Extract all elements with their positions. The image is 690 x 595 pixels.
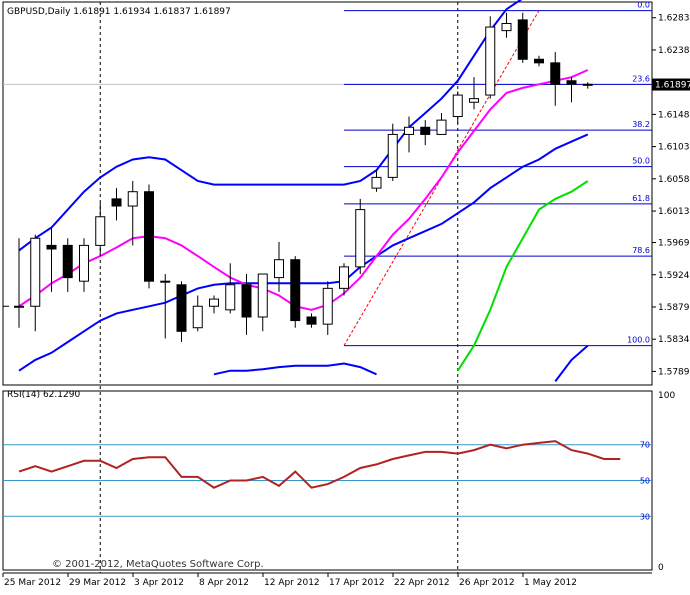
candle-body: [339, 266, 349, 289]
candle-body: [485, 26, 496, 96]
candle-body: [127, 191, 138, 207]
fib-label-78.6: 78.6: [632, 246, 650, 255]
candle: [290, 256, 301, 328]
rsi-title: RSI(14) 62.1290: [7, 390, 80, 400]
candle-body: [404, 126, 414, 135]
candle-body: [192, 305, 203, 329]
fib-label-61.8: 61.8: [632, 194, 650, 203]
candle-body: [257, 273, 268, 318]
x-tick-label: 8 Apr 2012: [199, 578, 249, 588]
chart-window: 0.0 23.6 38.2 50.0 61.8 78.6 100.0 70 50 30 100 0 …: [0, 0, 690, 591]
candle-body: [79, 244, 89, 282]
candle-body: [452, 94, 463, 118]
candle-body: [274, 259, 284, 279]
candle: [485, 16, 496, 99]
x-tick-label: 12 Apr 2012: [264, 578, 320, 588]
rsi-level-label: 70: [640, 441, 650, 450]
candle-body: [420, 126, 431, 135]
price-tick-label: 1.59240: [658, 271, 690, 281]
chart-title: GBPUSD,Daily 1.61891 1.61934 1.61837 1.6…: [7, 7, 231, 17]
candle-body: [95, 216, 106, 246]
rsi-tick-label: 100: [658, 391, 675, 401]
rsi-tick-label: 0: [658, 563, 664, 573]
price-tick-label: 1.58790: [658, 303, 690, 313]
x-tick-label: 22 Apr 2012: [394, 578, 450, 588]
price-tick-label: 1.62380: [658, 46, 690, 56]
candle-body: [387, 133, 398, 178]
x-tick-label: 26 Apr 2012: [459, 578, 515, 588]
candle-body: [306, 316, 317, 325]
fib-label-50.0: 50.0: [632, 157, 650, 166]
candle-body: [176, 284, 187, 332]
candle-body: [371, 176, 382, 189]
candle-body: [144, 191, 154, 282]
price-chart: 0.023.638.250.061.878.6100.0 7050301000 …: [0, 0, 690, 591]
price-tick-label: 1.60130: [658, 207, 690, 217]
candle-body: [30, 237, 41, 307]
candle-body: [534, 58, 544, 64]
candle-body: [355, 209, 366, 268]
current-price-label: 1.61897: [655, 81, 690, 91]
candle: [355, 198, 366, 275]
x-tick-label: 25 Mar 2012: [4, 578, 61, 588]
price-tick-label: 1.60580: [658, 175, 690, 185]
price-tick-label: 1.59690: [658, 239, 690, 249]
candle-body: [517, 19, 528, 60]
price-tick-label: 1.62830: [658, 14, 690, 24]
candle-body: [225, 284, 236, 311]
price-tick-label: 1.61030: [658, 143, 690, 153]
candle-body: [290, 259, 301, 322]
fib-label-23.6: 23.6: [632, 74, 650, 83]
candle-body: [469, 98, 479, 103]
x-tick-label: 17 Apr 2012: [329, 578, 385, 588]
price-tick-label: 1.57890: [658, 367, 690, 377]
candle-body: [46, 244, 57, 250]
price-tick-label: 1.61480: [658, 110, 690, 120]
candle-body: [62, 244, 73, 279]
candle-body: [322, 287, 333, 325]
rsi-level-label: 30: [640, 512, 650, 521]
candle-body: [111, 198, 122, 207]
candle-body: [241, 284, 252, 318]
candle-body: [566, 80, 577, 85]
fib-label-100.0: 100.0: [627, 336, 650, 345]
fib-label-38.2: 38.2: [632, 120, 650, 129]
x-tick-label: 29 Mar 2012: [69, 578, 126, 588]
candle-body: [582, 83, 593, 86]
candle-body: [501, 22, 512, 32]
rsi-level-label: 50: [640, 477, 650, 486]
candle-body: [209, 298, 219, 307]
fib-label-0.0: 0.0: [637, 1, 650, 10]
candle-body: [14, 305, 24, 308]
candle-body: [550, 62, 561, 85]
candle: [517, 12, 528, 63]
candle: [144, 184, 154, 289]
candle-body: [160, 280, 171, 283]
copyright-text: © 2001-2012, MetaQuotes Software Corp.: [52, 559, 264, 570]
x-tick-label: 3 Apr 2012: [134, 578, 184, 588]
price-tick-label: 1.58340: [658, 335, 690, 345]
candle-body: [436, 119, 447, 135]
x-tick-label: 1 May 2012: [524, 578, 577, 588]
